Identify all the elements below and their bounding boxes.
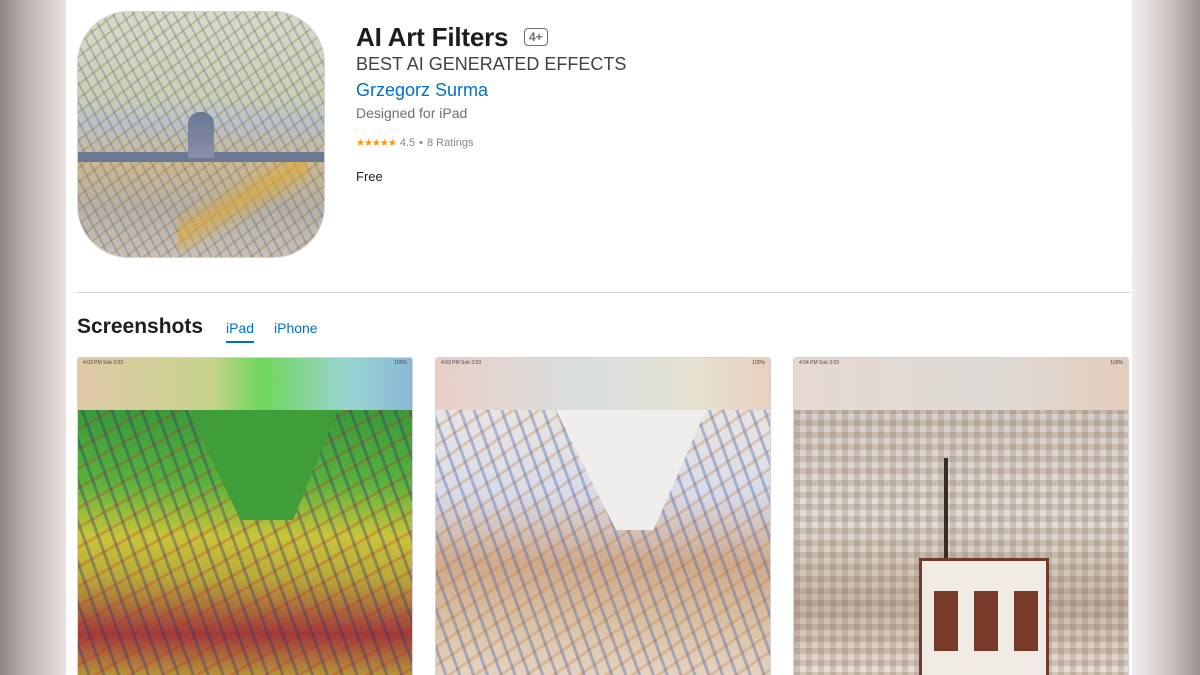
screenshot-status-bar: 4:03 PM Sob 3:03 100% <box>78 358 412 368</box>
star-rating-icon: ★★★★★ <box>356 137 397 149</box>
app-icon-path <box>178 162 308 252</box>
screenshot-toolbar <box>78 368 412 410</box>
screenshot-status-bar: 4:03 PM Sob 3:03 100% <box>436 358 770 368</box>
screenshot-status-bar: 4:04 PM Sob 3:03 100% <box>794 358 1128 368</box>
screenshot-2[interactable]: 4:03 PM Sob 3:03 100% <box>435 357 771 675</box>
tab-iphone[interactable]: iPhone <box>274 320 318 341</box>
screenshot-toolbar <box>794 368 1128 410</box>
right-background-margin <box>1132 0 1200 675</box>
rating-row: ★★★★★ 4.5 • 8 Ratings <box>356 137 473 149</box>
app-icon <box>77 11 325 258</box>
screenshot-toolbar <box>436 368 770 410</box>
app-icon-tower <box>188 112 214 158</box>
screenshot-tram <box>919 558 1049 675</box>
tram-window <box>934 591 958 651</box>
status-battery: 100% <box>394 360 407 366</box>
developer-link[interactable]: Grzegorz Surma <box>356 80 488 101</box>
status-battery: 100% <box>752 360 765 366</box>
status-time: 4:03 PM Sob 3:03 <box>441 360 482 366</box>
age-rating-badge: 4+ <box>524 28 548 46</box>
rating-count: 8 Ratings <box>426 137 474 149</box>
status-time: 4:03 PM Sob 3:03 <box>83 360 124 366</box>
tram-window <box>1014 591 1038 651</box>
section-divider <box>77 292 1131 293</box>
app-title: AI Art Filters <box>356 22 509 52</box>
screenshot-pole <box>944 458 948 558</box>
left-background-margin <box>0 0 66 675</box>
app-subtitle: BEST AI GENERATED EFFECTS <box>356 54 627 74</box>
designed-for-label: Designed for iPad <box>356 105 468 121</box>
screenshot-3[interactable]: 4:04 PM Sob 3:03 100% <box>793 357 1129 675</box>
tab-ipad[interactable]: iPad <box>226 320 255 343</box>
rating-separator: • <box>419 137 423 149</box>
status-battery: 100% <box>1110 360 1123 366</box>
status-time: 4:04 PM Sob 3:03 <box>799 360 840 366</box>
screenshots-heading: Screenshots <box>77 315 204 338</box>
app-store-page: AI Art Filters 4+ BEST AI GENERATED EFFE… <box>66 0 1132 675</box>
rating-value: 4.5 <box>399 137 416 149</box>
screenshot-1[interactable]: 4:03 PM Sob 3:03 100% <box>77 357 413 675</box>
price-label: Free <box>356 169 383 184</box>
tram-window <box>974 591 998 651</box>
